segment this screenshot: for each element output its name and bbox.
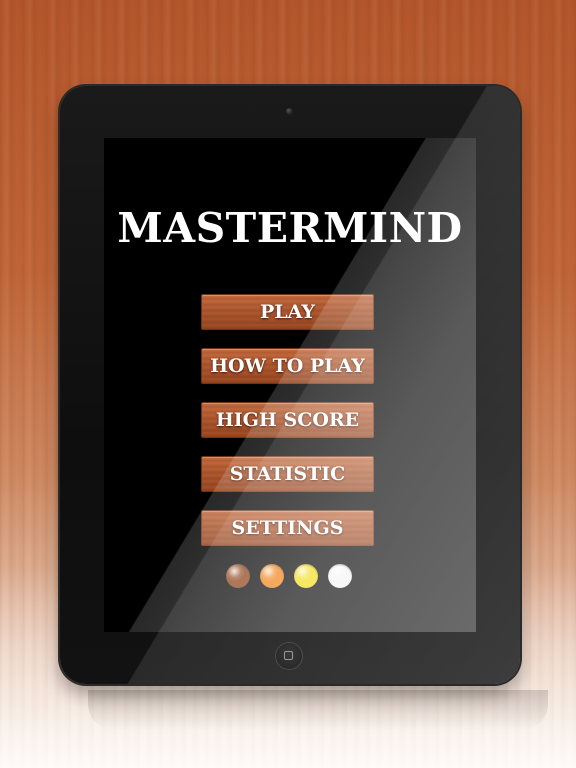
statistic-button[interactable]: STATISTIC (201, 456, 374, 492)
peg-brown-icon (226, 564, 250, 588)
home-button-icon[interactable] (276, 643, 302, 669)
high-score-button[interactable]: HIGH SCORE (201, 402, 374, 438)
game-screen: MASTERMIND PLAY HOW TO PLAY HIGH SCORE S… (104, 138, 476, 632)
play-button[interactable]: PLAY (201, 294, 374, 330)
color-pegs (226, 564, 356, 590)
peg-yellow-icon (294, 564, 318, 588)
camera-icon (286, 108, 293, 115)
home-square-icon (284, 651, 293, 660)
tablet-device: MASTERMIND PLAY HOW TO PLAY HIGH SCORE S… (60, 86, 520, 684)
peg-white-icon (328, 564, 352, 588)
settings-button[interactable]: SETTINGS (201, 510, 374, 546)
main-menu: PLAY HOW TO PLAY HIGH SCORE STATISTIC SE… (201, 294, 374, 564)
peg-orange-icon (260, 564, 284, 588)
tablet-reflection (88, 690, 548, 730)
game-title: MASTERMIND (117, 204, 463, 252)
how-to-play-button[interactable]: HOW TO PLAY (201, 348, 374, 384)
